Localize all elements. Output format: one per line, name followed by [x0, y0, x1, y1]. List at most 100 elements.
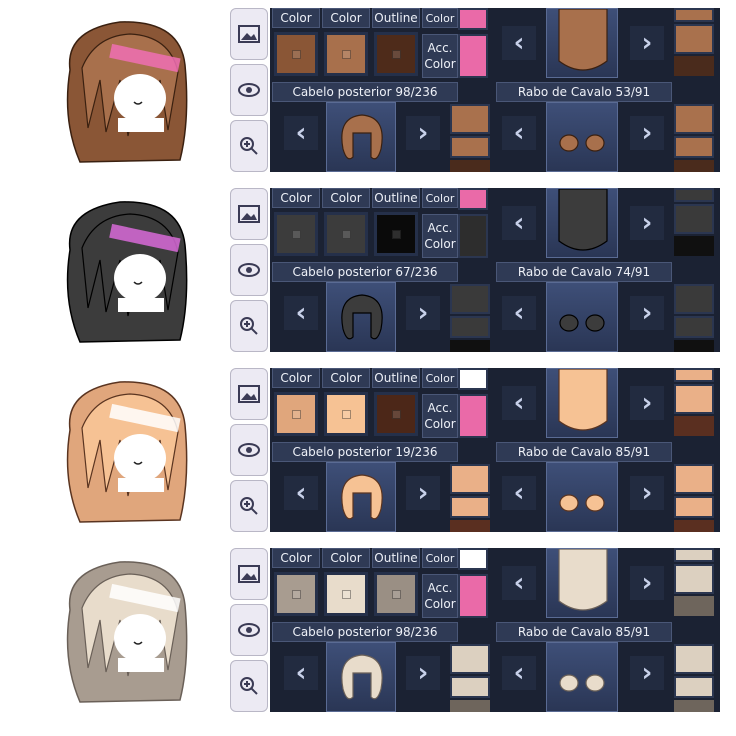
top-prev-button[interactable]: ‹	[502, 206, 536, 240]
back-hair-next-button[interactable]: ›	[406, 296, 440, 330]
back-hair-slot[interactable]	[326, 282, 396, 352]
back-hair-next-button[interactable]: ›	[406, 116, 440, 150]
color1-swatch[interactable]	[274, 392, 318, 436]
color1-swatch[interactable]	[274, 32, 318, 76]
back-hair-slot[interactable]	[326, 642, 396, 712]
top-prev-button[interactable]: ‹	[502, 566, 536, 600]
ponytail-prev-button[interactable]: ‹	[502, 296, 536, 330]
acc-color-swatch[interactable]	[458, 214, 488, 258]
ponytail-next-button[interactable]: ›	[630, 476, 664, 510]
image-button[interactable]	[230, 368, 268, 420]
acc-color-swatch[interactable]	[458, 34, 488, 78]
zoom-button[interactable]	[230, 660, 268, 712]
ponytail-prev-button[interactable]: ‹	[502, 656, 536, 690]
ponytail-top-slot[interactable]	[546, 548, 618, 618]
right-swatch-5[interactable]	[674, 136, 714, 158]
ponytail-next-button[interactable]: ›	[630, 296, 664, 330]
back-hair-swatch-1[interactable]	[450, 464, 490, 494]
right-swatch-3[interactable]	[674, 236, 714, 256]
outline-swatch[interactable]	[374, 32, 418, 76]
right-swatch-1[interactable]	[674, 8, 714, 22]
color2-swatch[interactable]	[324, 212, 368, 256]
right-swatch-2[interactable]	[674, 24, 714, 54]
back-hair-swatch-3[interactable]	[450, 520, 490, 532]
image-button[interactable]	[230, 188, 268, 240]
back-hair-next-button[interactable]: ›	[406, 656, 440, 690]
visibility-button[interactable]	[230, 244, 268, 296]
back-hair-swatch-1[interactable]	[450, 284, 490, 314]
right-swatch-2[interactable]	[674, 384, 714, 414]
right-swatch-3[interactable]	[674, 56, 714, 76]
acc-color-swatch[interactable]	[458, 574, 488, 618]
visibility-button[interactable]	[230, 604, 268, 656]
back-hair-slot[interactable]	[326, 462, 396, 532]
right-swatch-6[interactable]	[674, 700, 714, 712]
right-swatch-6[interactable]	[674, 520, 714, 532]
top-next-button[interactable]: ›	[630, 566, 664, 600]
color2-swatch[interactable]	[324, 572, 368, 616]
back-hair-swatch-2[interactable]	[450, 496, 490, 518]
outline-swatch[interactable]	[374, 212, 418, 256]
top-next-button[interactable]: ›	[630, 206, 664, 240]
ponytail-next-button[interactable]: ›	[630, 116, 664, 150]
ponytail-prev-button[interactable]: ‹	[502, 116, 536, 150]
top-prev-button[interactable]: ‹	[502, 386, 536, 420]
back-hair-swatch-1[interactable]	[450, 104, 490, 134]
back-hair-swatch-3[interactable]	[450, 160, 490, 172]
acc-color-swatch[interactable]	[458, 394, 488, 438]
ponytail-slot[interactable]	[546, 102, 618, 172]
visibility-button[interactable]	[230, 64, 268, 116]
right-swatch-1[interactable]	[674, 188, 714, 202]
zoom-button[interactable]	[230, 480, 268, 532]
zoom-button[interactable]	[230, 300, 268, 352]
image-button[interactable]	[230, 548, 268, 600]
right-swatch-1[interactable]	[674, 548, 714, 562]
back-hair-slot[interactable]	[326, 102, 396, 172]
ponytail-prev-button[interactable]: ‹	[502, 476, 536, 510]
color2-swatch[interactable]	[324, 392, 368, 436]
right-swatch-6[interactable]	[674, 160, 714, 172]
right-swatch-4[interactable]	[674, 464, 714, 494]
right-swatch-5[interactable]	[674, 496, 714, 518]
top-color-swatch[interactable]	[458, 368, 488, 390]
right-swatch-4[interactable]	[674, 104, 714, 134]
right-swatch-2[interactable]	[674, 204, 714, 234]
back-hair-swatch-2[interactable]	[450, 316, 490, 338]
ponytail-slot[interactable]	[546, 282, 618, 352]
color2-swatch[interactable]	[324, 32, 368, 76]
right-swatch-4[interactable]	[674, 284, 714, 314]
ponytail-top-slot[interactable]	[546, 368, 618, 438]
top-prev-button[interactable]: ‹	[502, 26, 536, 60]
zoom-button[interactable]	[230, 120, 268, 172]
right-swatch-1[interactable]	[674, 368, 714, 382]
right-swatch-2[interactable]	[674, 564, 714, 594]
right-swatch-6[interactable]	[674, 340, 714, 352]
ponytail-top-slot[interactable]	[546, 8, 618, 78]
outline-swatch[interactable]	[374, 392, 418, 436]
back-hair-next-button[interactable]: ›	[406, 476, 440, 510]
right-swatch-4[interactable]	[674, 644, 714, 674]
visibility-button[interactable]	[230, 424, 268, 476]
back-hair-swatch-3[interactable]	[450, 700, 490, 712]
back-hair-swatch-2[interactable]	[450, 136, 490, 158]
back-hair-prev-button[interactable]: ‹	[284, 296, 318, 330]
top-color-swatch[interactable]	[458, 8, 488, 30]
top-next-button[interactable]: ›	[630, 386, 664, 420]
ponytail-slot[interactable]	[546, 642, 618, 712]
back-hair-swatch-1[interactable]	[450, 644, 490, 674]
back-hair-prev-button[interactable]: ‹	[284, 656, 318, 690]
back-hair-prev-button[interactable]: ‹	[284, 476, 318, 510]
ponytail-next-button[interactable]: ›	[630, 656, 664, 690]
top-next-button[interactable]: ›	[630, 26, 664, 60]
top-color-swatch[interactable]	[458, 548, 488, 570]
back-hair-prev-button[interactable]: ‹	[284, 116, 318, 150]
color1-swatch[interactable]	[274, 212, 318, 256]
ponytail-top-slot[interactable]	[546, 188, 618, 258]
top-color-swatch[interactable]	[458, 188, 488, 210]
right-swatch-3[interactable]	[674, 416, 714, 436]
right-swatch-5[interactable]	[674, 676, 714, 698]
color1-swatch[interactable]	[274, 572, 318, 616]
back-hair-swatch-3[interactable]	[450, 340, 490, 352]
back-hair-swatch-2[interactable]	[450, 676, 490, 698]
image-button[interactable]	[230, 8, 268, 60]
